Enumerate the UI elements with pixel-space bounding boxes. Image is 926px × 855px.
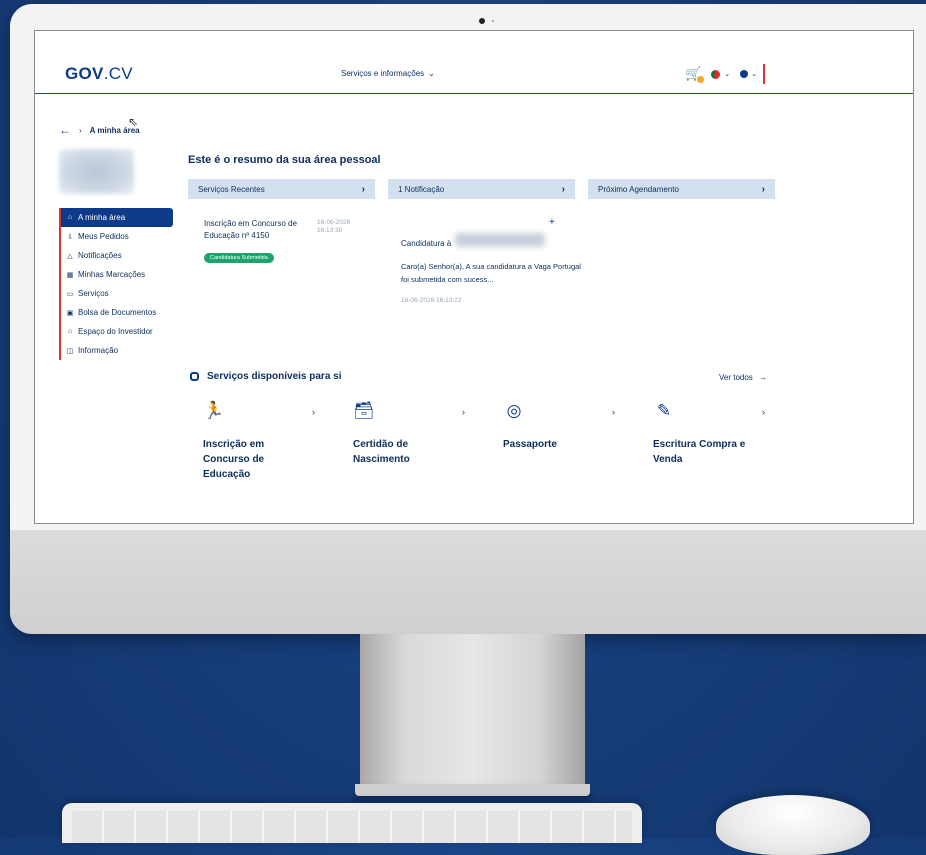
next-appointment-header[interactable]: Próximo Agendamento › [588,179,775,199]
panel-label: Próximo Agendamento [598,184,679,194]
see-all-label: Ver todos [719,373,753,382]
service-name: Inscrição em Concurso de Educação [203,439,265,480]
user-menu-button[interactable]: ⌄ [740,64,765,84]
camera-sensor-icon [492,20,494,22]
notification-date: 16-06-2026 16:13:22 [401,297,462,304]
page-title: Este é o resumo da sua área pessoal [188,154,381,166]
sidebar-item-label: Bolsa de Documentos [78,308,157,317]
header-tools: 🛒 ⌄ ⌄ [685,64,765,84]
breadcrumb-separator-icon: › [79,125,82,135]
sidebar: ⌂ A minha área ⇩ Meus Pedidos △ Notifica… [59,208,173,360]
chevron-right-icon: › [612,407,615,417]
service-card-passport[interactable]: ◎ › Passaporte [503,401,623,452]
edit-document-icon: ✎ [656,401,672,420]
recent-service-date-time: 16:13:30 [317,227,343,234]
sidebar-item-my-requests[interactable]: ⇩ Meus Pedidos [61,227,173,246]
sidebar-item-label: Meus Pedidos [78,232,129,241]
chevron-down-icon: ⌄ [751,71,757,78]
notification-body: Caro(a) Senhor(a), A sua candidatura a V… [401,262,581,284]
inbox-icon: 🗃 [353,401,375,420]
status-badge: Candidatura Submetida [204,253,274,263]
bank-icon: ⌂ [67,328,73,335]
id-card-icon: ▣ [66,309,74,317]
keyboard-keys [72,811,632,843]
arrow-right-icon: → [758,373,767,382]
recent-service-date: 16-06-2026 16:13:30 [317,219,357,235]
chevron-right-icon: › [361,183,365,195]
chevron-right-icon: › [312,407,315,417]
chevron-down-icon: ⌄ [428,69,435,78]
sidebar-item-appointments[interactable]: ▦ Minhas Marcações [61,265,173,284]
service-name: Escritura Compra e Venda [653,439,746,465]
camera-icon [479,18,485,24]
fingerprint-icon: ◎ [506,401,522,420]
services-nav-menu[interactable]: Serviços e informações ⌄ [341,69,435,78]
sidebar-item-label: Minhas Marcações [78,270,146,279]
sidebar-item-investor[interactable]: ⌂ Espaço do Investidor [61,322,173,341]
person-running-icon: 🏃 [203,401,225,420]
monitor-stand [360,634,585,784]
site-logo[interactable]: GOV.CV [65,64,133,84]
bell-icon: △ [67,252,73,260]
avatar [59,149,134,194]
chevron-right-icon: › [462,407,465,417]
services-icon [190,372,199,381]
sidebar-item-documents[interactable]: ▣ Bolsa de Documentos [61,303,173,322]
sidebar-item-label: Espaço do Investidor [78,327,153,336]
sidebar-item-my-area[interactable]: ⌂ A minha área [61,208,173,227]
recent-service-date-day: 16-06-2026 [317,219,351,226]
service-card-birth-certificate[interactable]: 🗃 › Certidão de Nascimento [353,401,473,467]
notifications-header[interactable]: 1 Notificação › [388,179,575,199]
plus-icon[interactable]: + [549,217,555,228]
back-arrow-icon[interactable]: ← [59,123,71,137]
monitor-stand-base [355,784,590,796]
pin-icon: ⇩ [67,233,73,241]
site-header: GOV.CV Serviços e informações ⌄ 🛒 ⌄ ⌄ [35,31,913,94]
flag-icon [711,69,721,79]
panel-label: 1 Notificação [398,184,445,194]
services-nav-label: Serviços e informações [341,69,425,78]
chevron-right-icon: › [762,407,765,417]
notification-title[interactable]: Candidatura à [401,239,451,248]
browser-screen: GOV.CV Serviços e informações ⌄ 🛒 ⌄ ⌄ ← › [34,30,914,524]
keyboard [62,803,642,843]
sidebar-item-label: Informação [78,346,119,355]
panel-label: Serviços Recentes [198,184,265,194]
sidebar-item-label: Notificações [78,251,122,260]
sidebar-item-notifications[interactable]: △ Notificações [61,246,173,265]
sidebar-item-information[interactable]: ◫ Informação [61,341,173,360]
sidebar-item-services[interactable]: ▭ Serviços [61,284,173,303]
mouse [716,795,870,855]
service-card-deed[interactable]: ✎ › Escritura Compra e Venda [653,401,773,467]
recent-service-name[interactable]: Inscrição em Concurso de Educação nº 415… [204,218,314,242]
monitor-chin [10,530,926,634]
monitor: GOV.CV Serviços e informações ⌄ 🛒 ⌄ ⌄ ← › [10,4,926,634]
chevron-right-icon: › [561,183,565,195]
mouse-cursor-icon: ⇖ [128,115,139,129]
logo-bold-text: GOV [65,64,104,83]
services-title-text: Serviços disponíveis para si [207,371,342,382]
language-selector[interactable]: ⌄ [711,69,731,79]
calendar-icon: ▦ [66,271,74,279]
sidebar-item-label: Serviços [78,289,109,298]
services-section-title: Serviços disponíveis para si [190,371,342,382]
user-icon [740,70,749,78]
chevron-down-icon: ⌄ [724,71,731,78]
cart-badge [697,76,705,83]
info-icon: ◫ [66,347,74,355]
logo-light-text: .CV [103,64,133,83]
service-name: Passaporte [503,439,557,450]
sidebar-item-label: A minha área [78,213,126,222]
chevron-right-icon: › [761,183,765,195]
service-name: Certidão de Nascimento [353,439,410,465]
home-icon: ⌂ [67,214,73,221]
service-card-education[interactable]: 🏃 › Inscrição em Concurso de Educação [203,401,323,482]
cart-icon[interactable]: 🛒 [685,66,705,83]
recent-services-header[interactable]: Serviços Recentes › [188,179,375,199]
see-all-link[interactable]: Ver todos → [719,373,767,382]
redacted-text [455,233,545,247]
folder-icon: ▭ [66,290,74,298]
